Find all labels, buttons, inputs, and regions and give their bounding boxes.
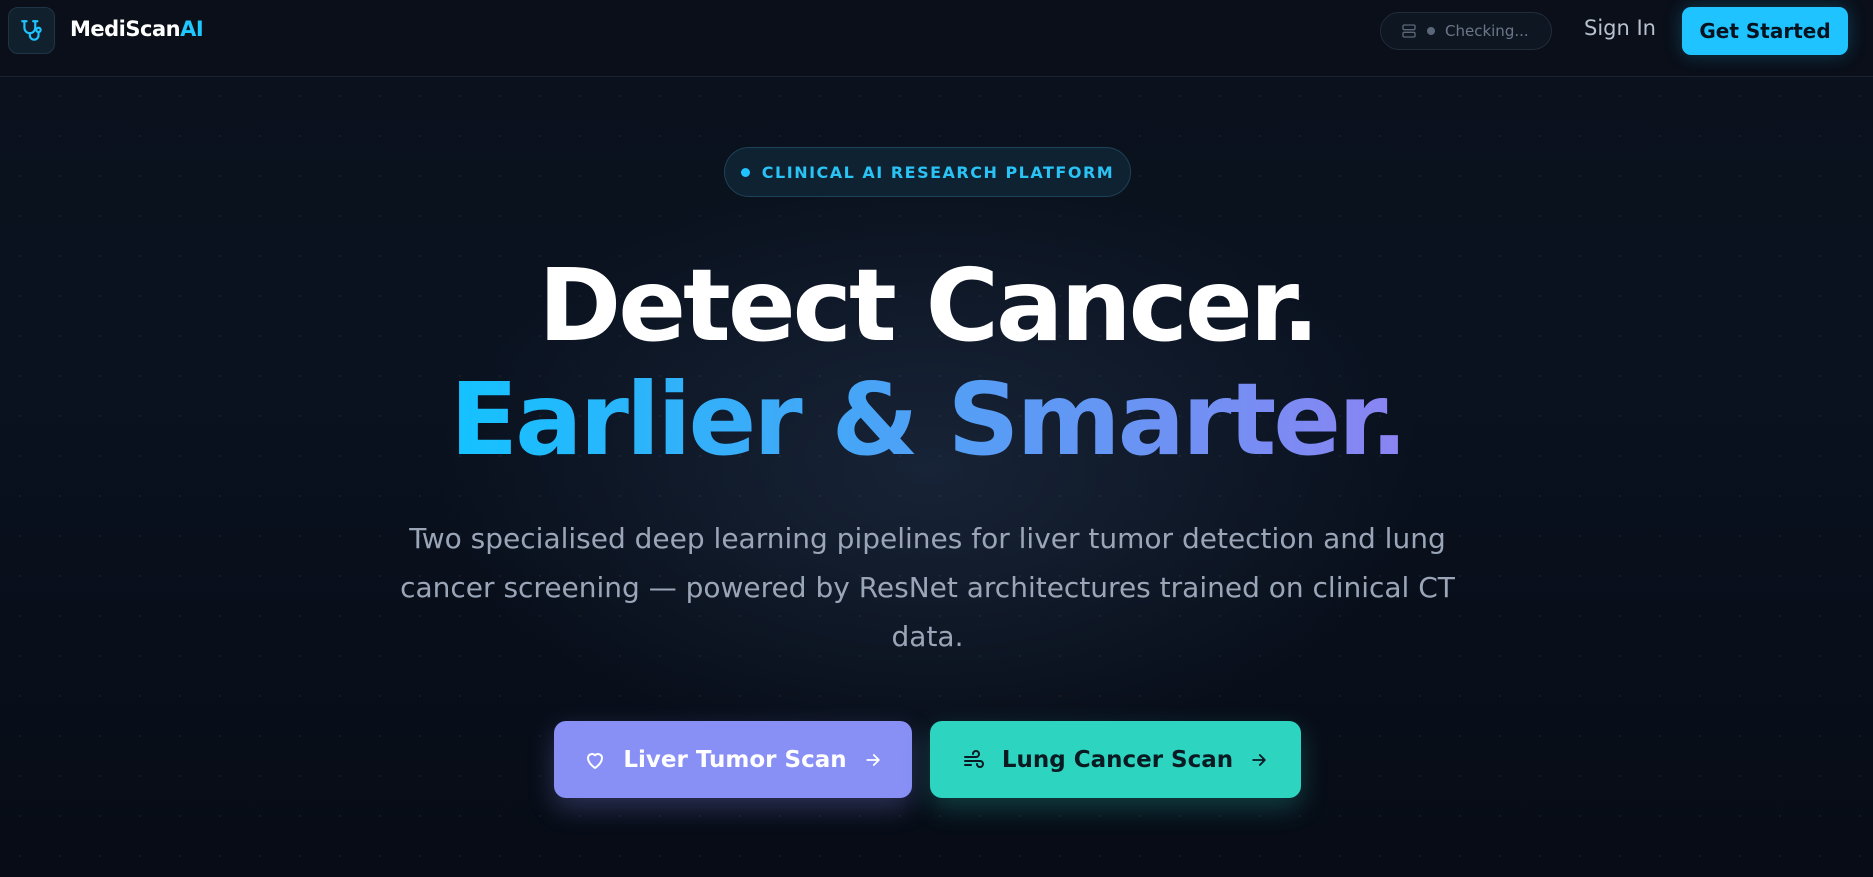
hero-description: Two specialised deep learning pipelines … bbox=[400, 522, 1455, 653]
landing-page: MediScanAI Checking... Sign In Get Start… bbox=[0, 0, 1873, 877]
lung-cancer-scan-label: Lung Cancer Scan bbox=[1001, 746, 1234, 773]
lung-cancer-scan-button[interactable]: Lung Cancer Scan bbox=[930, 721, 1301, 798]
wind-icon bbox=[962, 748, 986, 772]
server-status-pill: Checking... bbox=[1380, 12, 1552, 50]
headline-line-1: Detect Cancer. bbox=[538, 247, 1320, 364]
brand-logo[interactable]: MediScanAI bbox=[70, 17, 204, 41]
heart-icon bbox=[583, 748, 607, 772]
liver-tumor-scan-button[interactable]: Liver Tumor Scan bbox=[554, 721, 912, 798]
badge-text: CLINICAL AI RESEARCH PLATFORM bbox=[761, 162, 1115, 182]
badge-dot bbox=[740, 167, 750, 177]
brand-suffix: AI bbox=[180, 17, 204, 41]
arrow-right-icon bbox=[1249, 750, 1269, 770]
brand-name: MediScan bbox=[70, 17, 181, 41]
sign-in-link[interactable]: Sign In bbox=[1584, 16, 1656, 40]
get-started-button[interactable]: Get Started bbox=[1682, 7, 1848, 55]
server-status-text: Checking... bbox=[1445, 22, 1529, 40]
top-navbar: MediScanAI Checking... Sign In Get Start… bbox=[0, 0, 1873, 77]
headline-line-2: Earlier & Smarter. bbox=[0, 364, 1855, 476]
status-indicator-dot bbox=[1427, 27, 1435, 35]
logo-badge[interactable] bbox=[8, 7, 55, 54]
arrow-right-icon bbox=[863, 750, 883, 770]
liver-tumor-scan-label: Liver Tumor Scan bbox=[623, 746, 847, 773]
server-icon bbox=[1401, 23, 1417, 39]
stethoscope-icon bbox=[19, 18, 45, 44]
headline-gradient-text: Earlier & Smarter. bbox=[449, 361, 1408, 478]
platform-badge: CLINICAL AI RESEARCH PLATFORM bbox=[724, 147, 1131, 197]
